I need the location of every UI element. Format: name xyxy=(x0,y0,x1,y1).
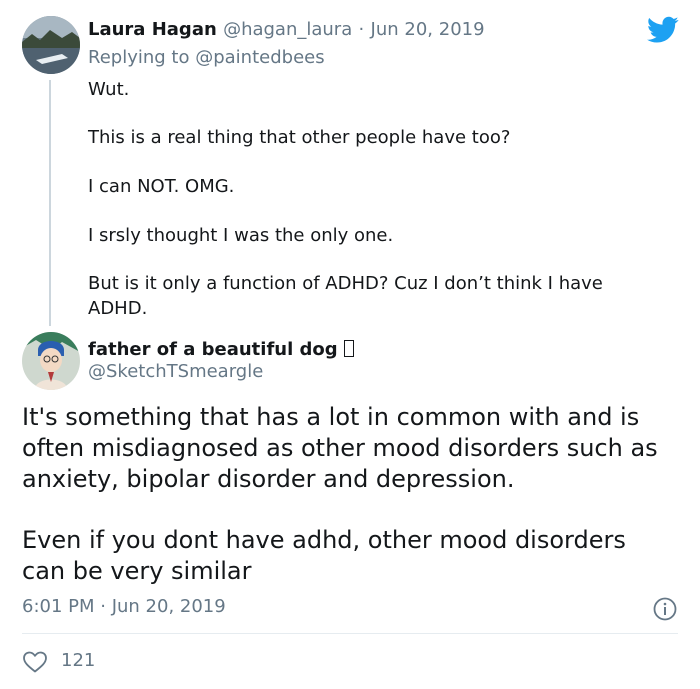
tweet-text-line: ADHD. xyxy=(88,298,148,319)
author-name[interactable]: father of a beautiful dog xyxy=(88,339,354,360)
display-name[interactable]: Laura Hagan xyxy=(88,19,217,40)
display-name[interactable]: father of a beautiful dog xyxy=(88,339,338,360)
tweet-body-line: often misdiagnosed as other mood disorde… xyxy=(22,434,658,462)
author-handle[interactable]: @hagan_laura xyxy=(223,19,352,40)
tweet-text-line: Wut. xyxy=(88,79,130,100)
tweet-body-line: anxiety, bipolar disorder and depression… xyxy=(22,465,515,493)
tweet-body-line: It's something that has a lot in common … xyxy=(22,403,640,431)
like-count[interactable]: 121 xyxy=(61,650,95,671)
avatar[interactable] xyxy=(22,332,80,390)
twitter-bird-icon[interactable] xyxy=(647,16,679,44)
heart-icon[interactable] xyxy=(22,650,48,674)
replying-to: Replying to @paintedbees xyxy=(88,47,325,68)
divider xyxy=(22,633,678,634)
tweet-body-line: Even if you dont have adhd, other mood d… xyxy=(22,526,626,554)
separator: · xyxy=(358,19,365,40)
thread-line xyxy=(49,80,51,326)
emoji-placeholder-icon xyxy=(343,340,354,357)
avatar[interactable] xyxy=(22,16,80,74)
tweet-body-line: can be very similar xyxy=(22,557,252,585)
tweet-date[interactable]: Jun 20, 2019 xyxy=(371,19,485,40)
author-name[interactable]: Laura Hagan @hagan_laura · Jun 20, 2019 xyxy=(88,19,485,40)
author-handle[interactable]: @SketchTSmeargle xyxy=(88,361,263,382)
tweet-timestamp[interactable]: 6:01 PM · Jun 20, 2019 xyxy=(22,596,226,617)
replying-label: Replying to xyxy=(88,47,190,68)
info-icon[interactable] xyxy=(652,596,678,622)
lake-landscape-avatar xyxy=(22,16,80,74)
tweet-text-line: I srsly thought I was the only one. xyxy=(88,225,394,246)
tweet-text-line: But is it only a function of ADHD? Cuz I… xyxy=(88,273,603,294)
tweet-text-line: This is a real thing that other people h… xyxy=(88,127,511,148)
anime-character-avatar xyxy=(22,332,80,390)
replying-mention[interactable]: @paintedbees xyxy=(195,47,324,68)
tweet-text-line: I can NOT. OMG. xyxy=(88,176,235,197)
